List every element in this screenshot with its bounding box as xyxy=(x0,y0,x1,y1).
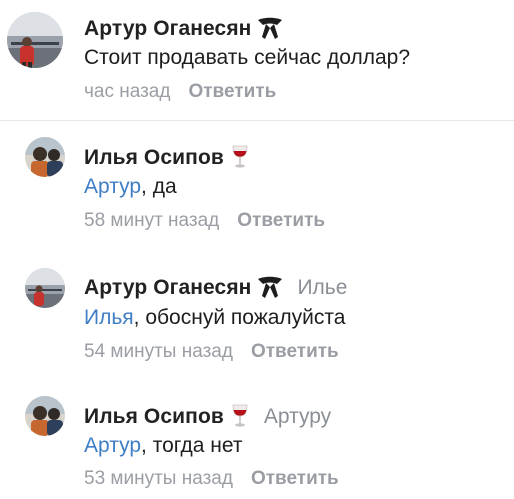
reply-to-label[interactable]: Артуру xyxy=(264,405,331,429)
wine-glass-icon xyxy=(230,144,250,175)
reply-button[interactable]: Ответить xyxy=(188,81,276,103)
reply-button[interactable]: Ответить xyxy=(251,468,339,490)
timestamp: 58 минут назад xyxy=(84,210,220,231)
avatar[interactable] xyxy=(7,12,63,68)
author-name[interactable]: Илья Осипов xyxy=(84,405,224,429)
author-name[interactable]: Илья Осипов xyxy=(84,146,224,170)
mention-link[interactable]: Артур xyxy=(84,175,141,198)
mention-link[interactable]: Илья xyxy=(84,306,134,329)
comment-text: , тогда нет xyxy=(141,434,243,457)
author-name[interactable]: Артур Оганесян xyxy=(84,17,251,41)
mention-link[interactable]: Артур xyxy=(84,434,141,457)
reply-button[interactable]: Ответить xyxy=(251,341,339,363)
avatar[interactable] xyxy=(25,268,65,308)
wine-glass-icon xyxy=(230,403,250,434)
author-name[interactable]: Артур Оганесян xyxy=(84,276,251,300)
divider xyxy=(0,120,514,121)
comment-text: Стоит продавать сейчас доллар? xyxy=(84,46,411,69)
black-bow-tie-icon xyxy=(257,16,283,45)
timestamp: час назад xyxy=(84,81,171,102)
reply-button[interactable]: Ответить xyxy=(237,210,325,232)
timestamp: 54 минуты назад xyxy=(84,341,233,362)
timestamp: 53 минуты назад xyxy=(84,468,233,489)
avatar[interactable] xyxy=(25,137,65,177)
reply-to-label[interactable]: Илье xyxy=(297,276,347,300)
avatar[interactable] xyxy=(25,396,65,436)
comment-text: , обоснуй пожалуйста xyxy=(133,306,346,329)
comment-text: , да xyxy=(141,175,177,198)
black-bow-tie-icon xyxy=(257,275,283,304)
